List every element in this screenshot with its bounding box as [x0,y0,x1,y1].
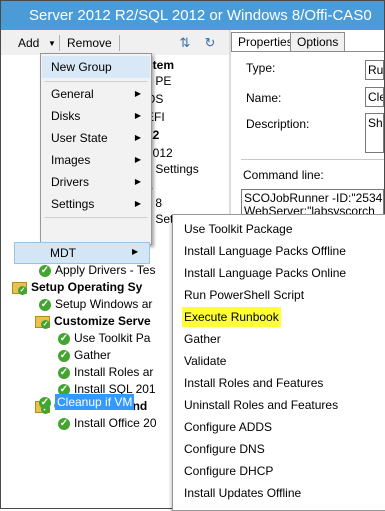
add-menu: New Group General ▶ Disks ▶ User State ▶ Im… [40,53,152,245]
menu-item-mdt[interactable]: MDT ▶ [14,242,150,264]
remove-button[interactable]: Remove [67,36,112,50]
title-bar[interactable]: Server 2012 R2/SQL 2012 or Windows 8/Off… [1,1,384,30]
tree-item-label: Use Toolkit Pa [74,331,151,345]
tree-item[interactable]: s Settings [146,160,199,178]
tree-item-step[interactable]: ✓ Gather [58,346,111,364]
tree-group[interactable]: ✓ Setup Operating Sy [12,278,142,296]
success-check-icon: ✓ [58,417,70,430]
menu-item-install-updates-offline[interactable]: Install Updates Offline [184,483,301,503]
tree-item-step[interactable]: ✓ Install Office 20 [58,414,157,432]
menu-item-run-powershell-script[interactable]: Run PowerShell Script [184,285,304,305]
menu-item-drivers[interactable]: Drivers ▶ [42,171,150,193]
menu-item-configure-dns[interactable]: Configure DNS [184,439,265,459]
folder-check-icon: ✓ [35,315,50,329]
type-field[interactable]: Ru [365,60,384,80]
menu-item-gather[interactable]: Gather [184,329,221,349]
add-button[interactable]: Add [18,36,39,50]
refresh-icon[interactable]: ↻ [202,35,218,51]
mdt-submenu: Use Toolkit Package Install Language Pac… [172,214,385,511]
tree-group[interactable]: ✓ Customize Serve [35,312,151,330]
menu-separator [45,81,147,82]
name-field[interactable]: Cle [365,87,384,107]
success-check-icon: ✓ [58,349,70,362]
description-label: Description: [246,117,310,131]
chevron-right-icon: ▶ [134,199,141,208]
menu-item-use-toolkit-package[interactable]: Use Toolkit Package [184,219,293,239]
type-label: Type: [246,61,276,75]
chevron-right-icon: ▶ [134,177,141,186]
folder-check-icon: ✓ [12,281,27,295]
tree-item-label: Gather [74,348,111,362]
chevron-right-icon: ▶ [132,247,139,256]
menu-item-install-roles-and-features[interactable]: Install Roles and Features [184,373,323,393]
chevron-right-icon: ▶ [134,89,141,98]
menu-separator [45,217,147,218]
menu-item-images[interactable]: Images ▶ [42,149,150,171]
tab-options[interactable]: Options [290,32,346,51]
toolbar-separator [59,35,60,51]
divider [241,159,384,160]
chevron-right-icon: ▶ [134,111,141,120]
move-up-icon[interactable]: ⇅ [177,35,193,51]
menu-item-configure-dhcp[interactable]: Configure DHCP [184,461,273,481]
tree-item-step[interactable]: ✓ Setup Windows ar [39,295,152,313]
menu-item-uninstall-roles-and-features[interactable]: Uninstall Roles and Features [184,395,338,415]
menu-item-general[interactable]: General ▶ [42,83,150,105]
chevron-down-icon[interactable]: ▼ [48,39,56,48]
tree-item-label: Setup Windows ar [55,297,153,311]
success-check-icon: ✓ [39,298,51,311]
menu-item-user-state[interactable]: User State ▶ [42,127,150,149]
menu-item-execute-runbook[interactable]: Execute Runbook [182,307,281,327]
tree-item-label: Install Roles ar [74,365,154,379]
menu-item-label: MDT [50,246,76,260]
tree-item-step[interactable]: ✓ Use Toolkit Pa [58,329,150,347]
description-field[interactable]: Sh [365,113,384,153]
chevron-right-icon: ▶ [134,133,141,142]
tree-item-selected[interactable]: ✓ Cleanup if VM [39,393,135,411]
success-check-icon: ✓ [39,264,51,277]
success-check-icon: ✓ [58,332,70,345]
command-line-label: Command line: [243,168,324,182]
menu-item-configure-adds[interactable]: Configure ADDS [184,417,272,437]
window-title: Server 2012 R2/SQL 2012 or Windows 8/Off… [29,7,372,24]
toolbar-separator [119,35,120,51]
success-check-icon: ✓ [58,366,70,379]
tree-item-step[interactable]: ✓ Install Roles ar [58,363,153,381]
tree-item-label: Cleanup if VM [55,394,135,410]
tree-item-label: Install Office 20 [74,416,157,430]
menu-item-validate[interactable]: Validate [184,351,226,371]
menu-item-new-group[interactable]: New Group [42,56,150,78]
chevron-right-icon: ▶ [134,155,141,164]
toolbar: Add ▼ Remove ⇅ ↻ [1,30,229,55]
tree-item-label: Customize Serve [54,314,151,328]
tree-item-label: Apply Drivers - Tes [55,263,156,277]
menu-item-disks[interactable]: Disks ▶ [42,105,150,127]
name-label: Name: [246,91,282,105]
tree-item-label: Setup Operating Sy [31,280,143,294]
menu-item-settings[interactable]: Settings ▶ [42,193,150,215]
menu-item-install-language-packs-offline[interactable]: Install Language Packs Offline [184,241,346,261]
success-check-icon: ✓ [39,396,51,409]
menu-item-install-language-packs-online[interactable]: Install Language Packs Online [184,263,346,283]
